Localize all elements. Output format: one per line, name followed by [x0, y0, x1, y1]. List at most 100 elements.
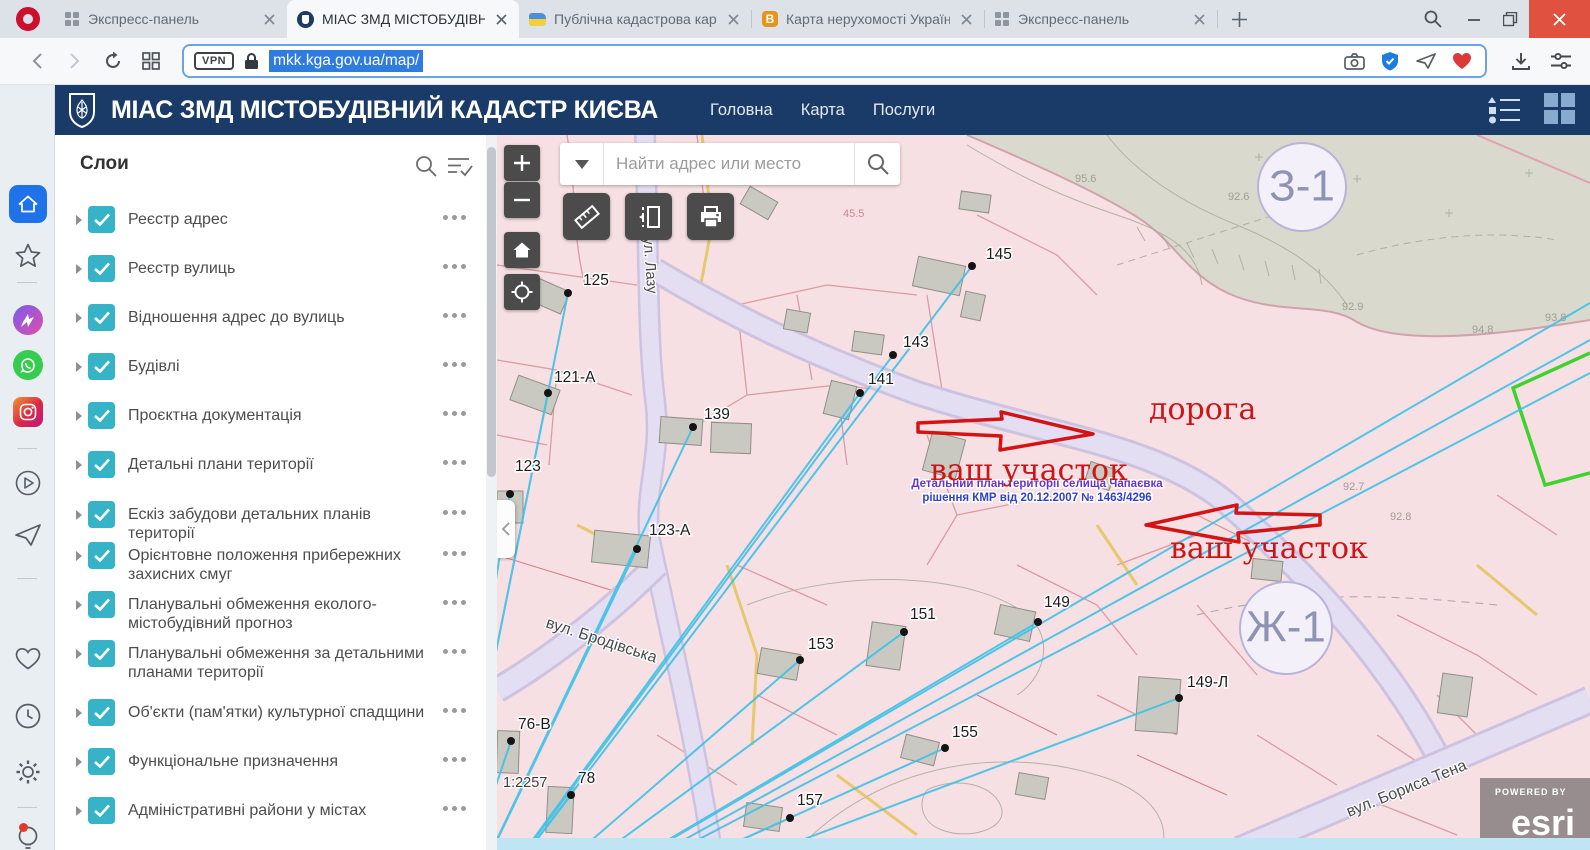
layer-checkbox[interactable]	[88, 591, 115, 618]
new-tab-button[interactable]	[1218, 0, 1260, 38]
measure-tool-button[interactable]	[563, 193, 610, 240]
layer-menu-icon[interactable]	[443, 460, 466, 465]
window-maximize-button[interactable]	[1492, 0, 1529, 38]
sidebar-bookmarks-star-icon[interactable]	[0, 243, 55, 268]
layer-checkbox[interactable]	[88, 206, 115, 233]
map-search-button[interactable]	[854, 143, 900, 185]
expand-caret-icon[interactable]	[76, 600, 82, 610]
layer-menu-icon[interactable]	[443, 708, 466, 713]
layer-checkbox[interactable]	[88, 402, 115, 429]
sidebar-messenger-icon[interactable]	[0, 305, 55, 335]
layer-checkbox[interactable]	[88, 640, 115, 667]
nav-home-link[interactable]: Головна	[710, 101, 773, 120]
expand-caret-icon[interactable]	[76, 510, 82, 520]
layer-menu-icon[interactable]	[443, 510, 466, 515]
expand-caret-icon[interactable]	[76, 551, 82, 561]
shield-check-icon[interactable]	[1377, 51, 1403, 71]
locate-button[interactable]	[504, 274, 540, 310]
expand-caret-icon[interactable]	[76, 649, 82, 659]
layer-menu-icon[interactable]	[443, 551, 466, 556]
layer-menu-icon[interactable]	[443, 806, 466, 811]
search-source-dropdown[interactable]	[560, 143, 604, 185]
opera-menu-button[interactable]	[0, 0, 55, 38]
layer-checkbox[interactable]	[88, 748, 115, 775]
tab-close-icon[interactable]	[725, 11, 741, 27]
tab-search-icon[interactable]	[1411, 0, 1455, 38]
layer-menu-icon[interactable]	[443, 649, 466, 654]
home-extent-button[interactable]	[504, 232, 540, 268]
window-close-button[interactable]	[1529, 0, 1590, 38]
tab-realty-map[interactable]: B Карта нерухомості України	[752, 0, 984, 38]
layers-scrollbar[interactable]	[486, 135, 497, 850]
layers-search-icon[interactable]	[415, 155, 437, 177]
expand-caret-icon[interactable]	[76, 362, 82, 372]
layer-checkbox[interactable]	[88, 542, 115, 569]
expand-caret-icon[interactable]	[76, 460, 82, 470]
layer-checkbox[interactable]	[88, 451, 115, 478]
tab-cadastral-map[interactable]: Публічна кадастрова карта	[519, 0, 751, 38]
sidebar-instagram-icon[interactable]	[0, 397, 55, 427]
print-tool-button[interactable]	[687, 193, 734, 240]
layer-checkbox[interactable]	[88, 699, 115, 726]
tab-close-icon[interactable]	[1191, 11, 1207, 27]
zoom-in-button[interactable]	[504, 145, 540, 181]
scrollbar-thumb[interactable]	[487, 147, 496, 477]
sidebar-tips-bulb-icon[interactable]	[0, 825, 55, 850]
expand-caret-icon[interactable]	[76, 313, 82, 323]
layer-checkbox[interactable]	[88, 255, 115, 282]
layer-menu-icon[interactable]	[443, 411, 466, 416]
expand-caret-icon[interactable]	[76, 757, 82, 767]
layer-checkbox[interactable]	[88, 501, 115, 528]
legend-list-icon[interactable]	[1488, 95, 1522, 125]
layers-filter-icon[interactable]	[447, 155, 473, 177]
expand-caret-icon[interactable]	[76, 708, 82, 718]
nav-map-link[interactable]: Карта	[801, 101, 845, 120]
tab-miac-kadastr[interactable]: МІАС ЗМД МІСТОБУДІВНИЙ	[287, 0, 519, 38]
sidebar-whatsapp-icon[interactable]	[0, 350, 55, 380]
url-field[interactable]: VPN mkk.kga.gov.ua/map/	[182, 44, 1487, 78]
sidebar-history-clock-icon[interactable]	[0, 703, 55, 729]
downloads-icon[interactable]	[1501, 52, 1541, 71]
layer-menu-icon[interactable]	[443, 313, 466, 318]
map-search-input[interactable]	[604, 143, 854, 185]
send-to-device-icon[interactable]	[1413, 52, 1439, 70]
panel-collapse-handle[interactable]	[497, 500, 515, 558]
layer-checkbox[interactable]	[88, 353, 115, 380]
layer-menu-icon[interactable]	[443, 600, 466, 605]
zoom-out-button[interactable]	[504, 182, 540, 218]
reload-button[interactable]	[94, 45, 132, 77]
swipe-tool-button[interactable]	[625, 193, 672, 240]
layer-checkbox[interactable]	[88, 304, 115, 331]
snapshot-camera-icon[interactable]	[1341, 53, 1367, 70]
expand-caret-icon[interactable]	[76, 411, 82, 421]
layer-checkbox[interactable]	[88, 797, 115, 824]
forward-button[interactable]	[56, 45, 94, 77]
tab-close-icon[interactable]	[493, 11, 509, 27]
sidebar-player-icon[interactable]	[0, 470, 55, 496]
speed-dial-button[interactable]	[132, 45, 170, 77]
back-button[interactable]	[18, 45, 56, 77]
map-canvas[interactable]: З-1 Ж-1 95.6 45.5 92.6 92.9 94.8 93.8 92…	[497, 135, 1590, 850]
sidebar-home-button[interactable]	[0, 185, 55, 223]
vpn-badge[interactable]: VPN	[194, 52, 234, 70]
tab-close-icon[interactable]	[958, 11, 974, 27]
bookmark-heart-icon[interactable]	[1449, 52, 1475, 70]
expand-caret-icon[interactable]	[76, 264, 82, 274]
sidebar-settings-gear-icon[interactable]	[0, 759, 55, 785]
layer-menu-icon[interactable]	[443, 362, 466, 367]
sidebar-flow-send-icon[interactable]	[0, 523, 55, 547]
sidebar-favorites-heart-icon[interactable]	[0, 647, 55, 670]
nav-services-link[interactable]: Послуги	[873, 101, 935, 120]
expand-caret-icon[interactable]	[76, 806, 82, 816]
layer-menu-icon[interactable]	[443, 264, 466, 269]
layer-menu-icon[interactable]	[443, 215, 466, 220]
url-text[interactable]: mkk.kga.gov.ua/map/	[269, 50, 423, 72]
tab-speed-dial-2[interactable]: Экспресс-панель	[985, 0, 1217, 38]
window-minimize-button[interactable]	[1455, 0, 1492, 38]
tab-close-icon[interactable]	[261, 11, 277, 27]
easy-setup-icon[interactable]	[1541, 52, 1581, 70]
apps-grid-icon[interactable]	[1544, 93, 1578, 127]
expand-caret-icon[interactable]	[76, 215, 82, 225]
tab-speed-dial-1[interactable]: Экспресс-панель	[55, 0, 287, 38]
layer-menu-icon[interactable]	[443, 757, 466, 762]
